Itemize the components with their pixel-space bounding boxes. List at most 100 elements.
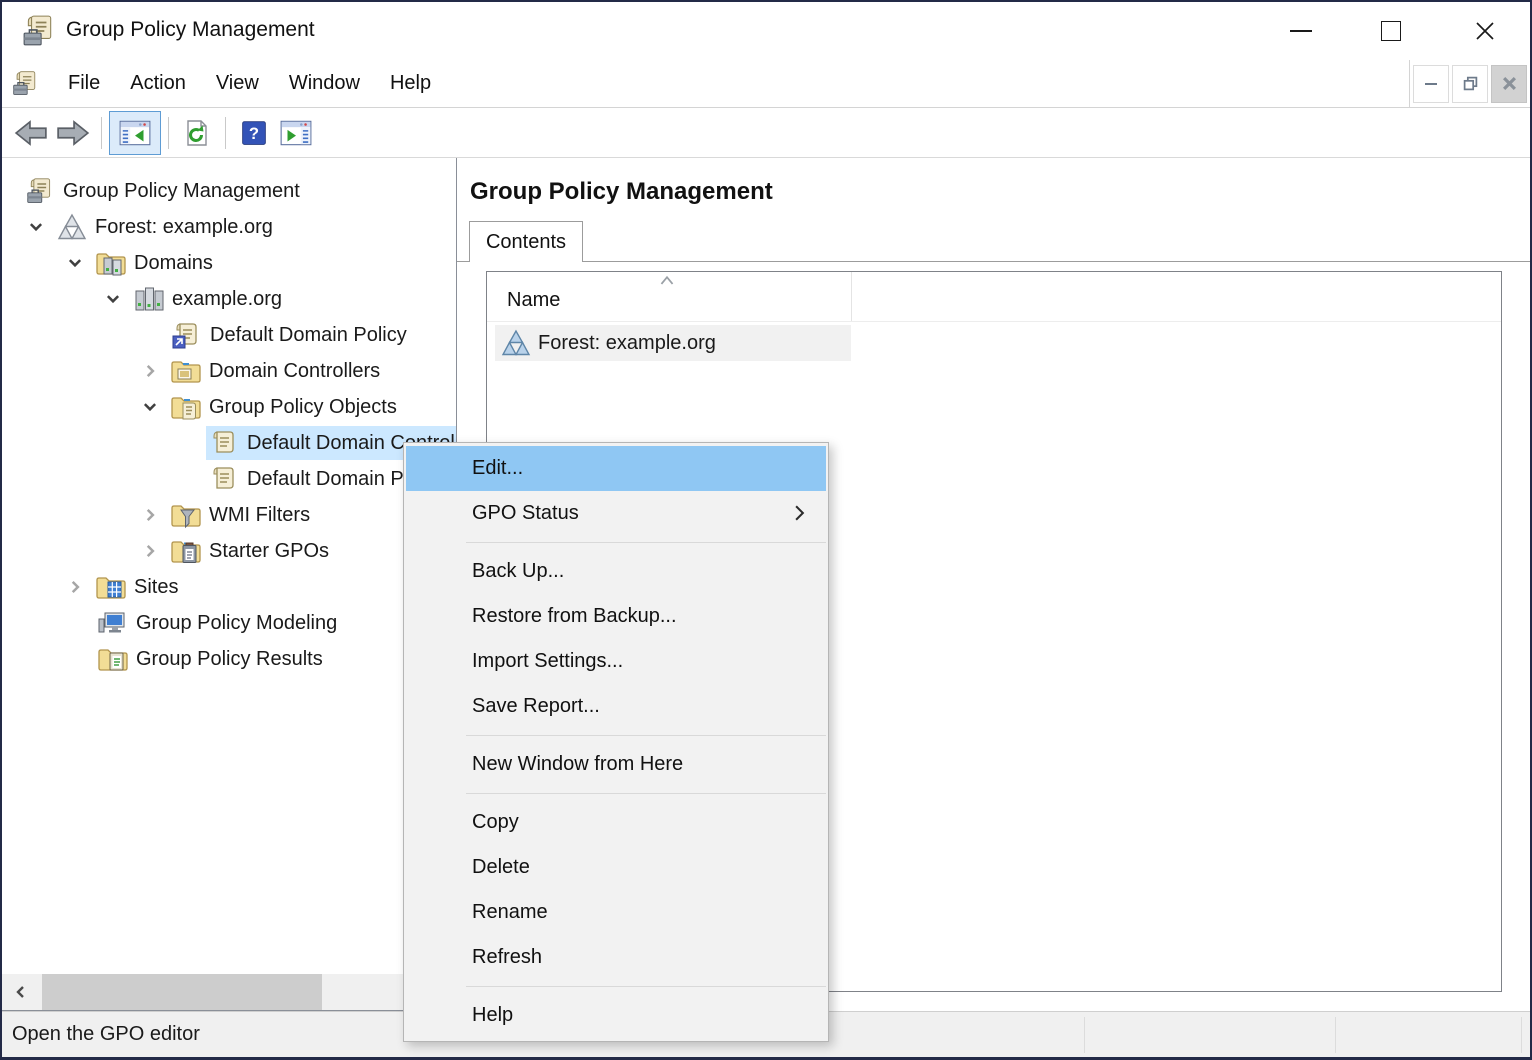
tree-item-sites[interactable]: Sites (2, 569, 456, 605)
list-header: Name (487, 272, 1501, 322)
context-menu-item-import-settings[interactable]: Import Settings... (404, 639, 828, 684)
tree-item-label: Domains (134, 252, 213, 275)
folder-wmi-icon (170, 501, 202, 529)
tree-item-wmi-filters[interactable]: WMI Filters (2, 497, 456, 533)
help-icon (240, 119, 268, 147)
tree-item-default-domain-policy-gpo[interactable]: Default Domain Policy (2, 461, 456, 497)
context-menu-item-refresh[interactable]: Refresh (404, 935, 828, 980)
tab-contents[interactable]: Contents (469, 221, 583, 262)
tree-item-domain-example-org[interactable]: example.org (2, 281, 456, 317)
mdi-close-button[interactable] (1491, 65, 1527, 103)
context-menu-item-restore-from-backup[interactable]: Restore from Backup... (404, 594, 828, 639)
context-menu-item-save-report[interactable]: Save Report... (404, 684, 828, 729)
statusbar-separator (1335, 1017, 1336, 1053)
close-button[interactable] (1450, 2, 1520, 60)
mdi-minimize-icon (1425, 83, 1437, 85)
toolbar-separator (101, 117, 102, 149)
tree-item-domains[interactable]: Domains (2, 245, 456, 281)
tree-item-domain-controllers[interactable]: Domain Controllers (2, 353, 456, 389)
folder-sites-icon (95, 573, 127, 601)
tree-item-starter-gpos[interactable]: Starter GPOs (2, 533, 456, 569)
tree-item-group-policy-results[interactable]: Group Policy Results (2, 641, 456, 677)
statusbar-separator (1521, 1017, 1522, 1053)
chevron-right-icon[interactable] (132, 363, 168, 379)
context-menu-item-gpo-status[interactable]: GPO Status (404, 491, 828, 536)
chevron-down-icon[interactable] (57, 255, 93, 271)
tree-item-default-domain-policy-link[interactable]: Default Domain Policy (2, 317, 456, 353)
tree-item-label: Domain Controllers (209, 360, 380, 383)
window-title: Group Policy Management (66, 18, 315, 42)
context-menu-item-rename[interactable]: Rename (404, 890, 828, 935)
tree-item-group-policy-modeling[interactable]: Group Policy Modeling (2, 605, 456, 641)
menu-action[interactable]: Action (115, 62, 201, 105)
forward-button[interactable] (52, 112, 94, 154)
mdi-restore-button[interactable] (1452, 65, 1488, 103)
context-menu-item-edit[interactable]: Edit... (406, 446, 826, 491)
menu-help[interactable]: Help (375, 62, 446, 105)
folder-gpo-icon (170, 393, 202, 421)
page-title: Group Policy Management (470, 178, 773, 206)
forest-icon (56, 213, 88, 241)
gpmc-snapin-icon (12, 70, 39, 97)
tree-item-default-domain-controllers-policy[interactable]: Default Domain Controllers Policy (2, 425, 456, 461)
tree-item-label: Sites (134, 576, 178, 599)
tree-item-root[interactable]: Group Policy Management (2, 173, 456, 209)
close-icon (1473, 19, 1497, 43)
context-menu-item-help[interactable]: Help (404, 993, 828, 1038)
menu-bar: File Action View Window Help (2, 60, 1530, 108)
context-menu-separator (466, 793, 826, 794)
chevron-right-icon[interactable] (132, 543, 168, 559)
context-menu-item-back-up[interactable]: Back Up... (404, 549, 828, 594)
menu-file[interactable]: File (53, 62, 115, 105)
chevron-right-icon[interactable] (132, 507, 168, 523)
context-menu: Edit... GPO Status Back Up... Restore fr… (403, 442, 829, 1042)
context-menu-separator (466, 542, 826, 543)
folder-starter-icon (170, 537, 202, 565)
new-window-button[interactable] (275, 112, 317, 154)
scrollbar-thumb[interactable] (42, 974, 322, 1010)
scroll-left-button[interactable] (2, 974, 40, 1010)
refresh-icon (181, 118, 213, 148)
menu-window[interactable]: Window (274, 62, 375, 105)
chevron-down-icon[interactable] (132, 399, 168, 415)
new-window-icon (279, 118, 313, 148)
column-header-name[interactable]: Name (507, 289, 560, 312)
maximize-button[interactable] (1356, 2, 1426, 60)
chevron-right-icon[interactable] (57, 579, 93, 595)
gpo-link-icon (171, 321, 203, 349)
mdi-minimize-button[interactable] (1413, 65, 1449, 103)
console-tree-pane: Group Policy Management Forest: example.… (2, 158, 457, 1011)
column-divider[interactable] (851, 272, 852, 321)
mdi-window-controls (1409, 60, 1530, 107)
context-menu-item-copy[interactable]: Copy (404, 800, 828, 845)
tree-item-forest[interactable]: Forest: example.org (2, 209, 456, 245)
context-menu-item-delete[interactable]: Delete (404, 845, 828, 890)
tree-item-group-policy-objects[interactable]: Group Policy Objects (2, 389, 456, 425)
horizontal-scrollbar[interactable] (2, 974, 456, 1010)
forest-icon (500, 329, 532, 357)
toolbar-separator (168, 117, 169, 149)
mdi-restore-icon (1463, 76, 1478, 91)
gpmc-icon (24, 177, 56, 205)
chevron-down-icon[interactable] (18, 219, 54, 235)
menu-view[interactable]: View (201, 62, 274, 105)
back-button[interactable] (10, 112, 52, 154)
statusbar-separator (1084, 1017, 1085, 1053)
minimize-icon (1290, 30, 1312, 32)
minimize-button[interactable] (1266, 2, 1336, 60)
context-menu-separator (466, 735, 826, 736)
tree-item-label: Group Policy Results (136, 648, 323, 671)
list-item-forest[interactable]: Forest: example.org (495, 325, 851, 361)
tree-item-label: Default Domain Policy (210, 324, 407, 347)
forward-icon (56, 118, 90, 148)
show-console-tree-button[interactable] (109, 111, 161, 155)
refresh-button[interactable] (176, 112, 218, 154)
tree-item-label: Group Policy Management (63, 180, 300, 203)
results-icon (97, 645, 129, 673)
tree-item-label: Group Policy Objects (209, 396, 397, 419)
folder-ou-icon (170, 357, 202, 385)
help-button[interactable] (233, 112, 275, 154)
tree-item-label: WMI Filters (209, 504, 310, 527)
chevron-down-icon[interactable] (95, 291, 131, 307)
context-menu-item-new-window-from-here[interactable]: New Window from Here (404, 742, 828, 787)
